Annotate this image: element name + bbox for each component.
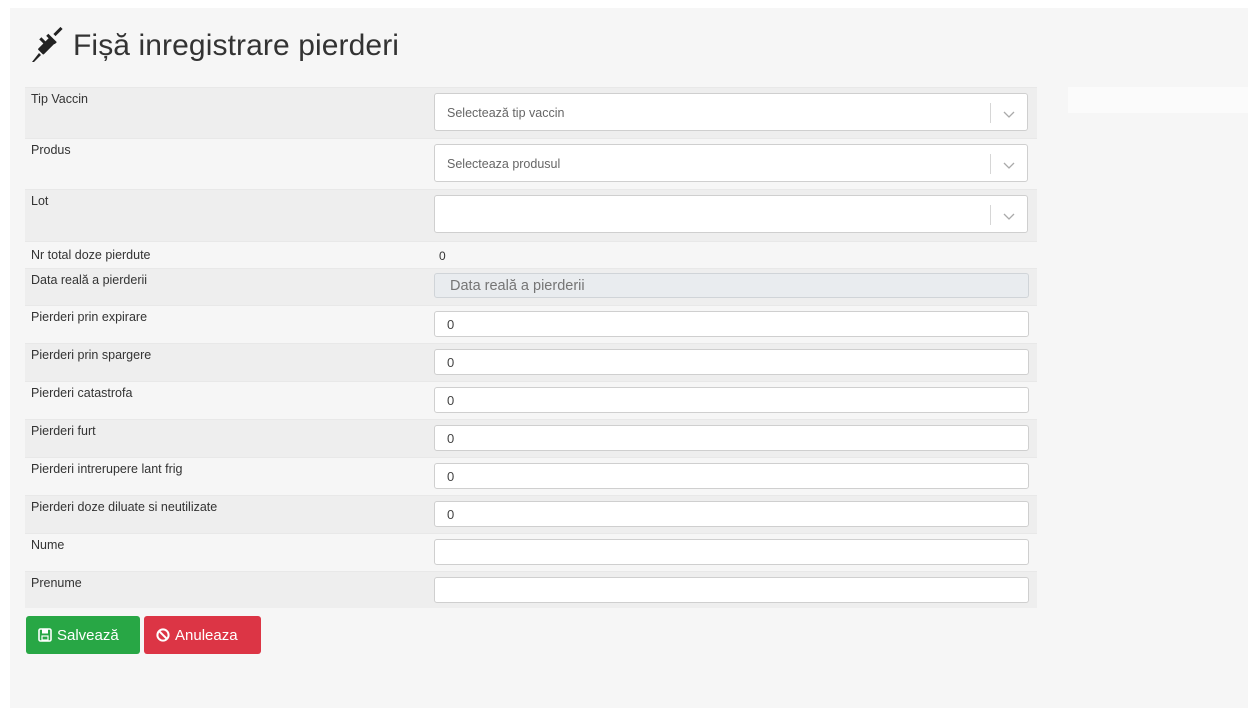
data-reala-input[interactable] (434, 273, 1029, 298)
chevron-down-icon[interactable] (1002, 209, 1016, 221)
lant-frig-label: Pierderi intrerupere lant frig (31, 462, 183, 476)
nr-total-value: 0 (439, 249, 446, 263)
cancel-button-label: Anuleaza (175, 626, 238, 644)
row-nr-total: Nr total doze pierdute 0 (25, 241, 1037, 268)
page-title: Fișă inregistrare pierderi (29, 26, 399, 66)
expirare-label: Pierderi prin expirare (31, 310, 148, 324)
tip-vaccin-placeholder: Selectează tip vaccin (447, 106, 565, 120)
catastrofa-label: Pierderi catastrofa (31, 386, 133, 400)
cancel-button[interactable]: Anuleaza (144, 616, 261, 654)
row-catastrofa: Pierderi catastrofa (25, 381, 1037, 419)
select-separator (990, 103, 991, 123)
nume-label: Nume (31, 538, 65, 552)
select-separator (990, 154, 991, 174)
row-spargere: Pierderi prin spargere (25, 343, 1037, 381)
chevron-down-icon[interactable] (1002, 158, 1016, 170)
row-diluate: Pierderi doze diluate si neutilizate (25, 495, 1037, 533)
save-icon (38, 628, 52, 642)
row-tip-vaccin: Tip Vaccin Selectează tip vaccin (25, 87, 1037, 138)
tip-vaccin-label: Tip Vaccin (31, 92, 88, 106)
chevron-down-icon[interactable] (1002, 107, 1016, 119)
diluate-label: Pierderi doze diluate si neutilizate (31, 500, 218, 514)
side-strip (1068, 87, 1248, 113)
save-button[interactable]: Salvează (26, 616, 140, 654)
row-lant-frig: Pierderi intrerupere lant frig (25, 457, 1037, 495)
spargere-label: Pierderi prin spargere (31, 348, 152, 362)
loss-form: Tip Vaccin Selectează tip vaccin Produs … (25, 87, 1037, 608)
page-title-text: Fișă inregistrare pierderi (73, 29, 400, 62)
furt-label: Pierderi furt (31, 424, 96, 438)
select-separator (990, 205, 991, 225)
row-nume: Nume (25, 533, 1037, 571)
ban-icon (156, 628, 170, 642)
row-produs: Produs Selecteaza produsul (25, 138, 1037, 189)
row-furt: Pierderi furt (25, 419, 1037, 457)
form-actions: Salvează Anuleaza (26, 616, 261, 654)
tip-vaccin-select[interactable]: Selectează tip vaccin (434, 93, 1028, 131)
expirare-input[interactable] (434, 311, 1029, 337)
lant-frig-input[interactable] (434, 463, 1029, 489)
produs-select[interactable]: Selecteaza produsul (434, 144, 1028, 182)
furt-input[interactable] (434, 425, 1029, 451)
row-data-reala: Data reală a pierderii (25, 268, 1037, 305)
diluate-input[interactable] (434, 501, 1029, 527)
data-reala-label: Data reală a pierderii (31, 273, 148, 287)
nr-total-label: Nr total doze pierdute (31, 248, 151, 262)
save-button-label: Salvează (57, 626, 119, 644)
nume-input[interactable] (434, 539, 1029, 565)
catastrofa-input[interactable] (434, 387, 1029, 413)
prenume-input[interactable] (434, 577, 1029, 603)
syringe-icon (29, 26, 67, 65)
produs-placeholder: Selecteaza produsul (447, 157, 561, 171)
row-prenume: Prenume (25, 571, 1037, 608)
lot-select[interactable] (434, 195, 1028, 233)
row-expirare: Pierderi prin expirare (25, 305, 1037, 343)
lot-label: Lot (31, 194, 49, 208)
spargere-input[interactable] (434, 349, 1029, 375)
produs-label: Produs (31, 143, 71, 157)
row-lot: Lot (25, 189, 1037, 241)
prenume-label: Prenume (31, 576, 82, 590)
